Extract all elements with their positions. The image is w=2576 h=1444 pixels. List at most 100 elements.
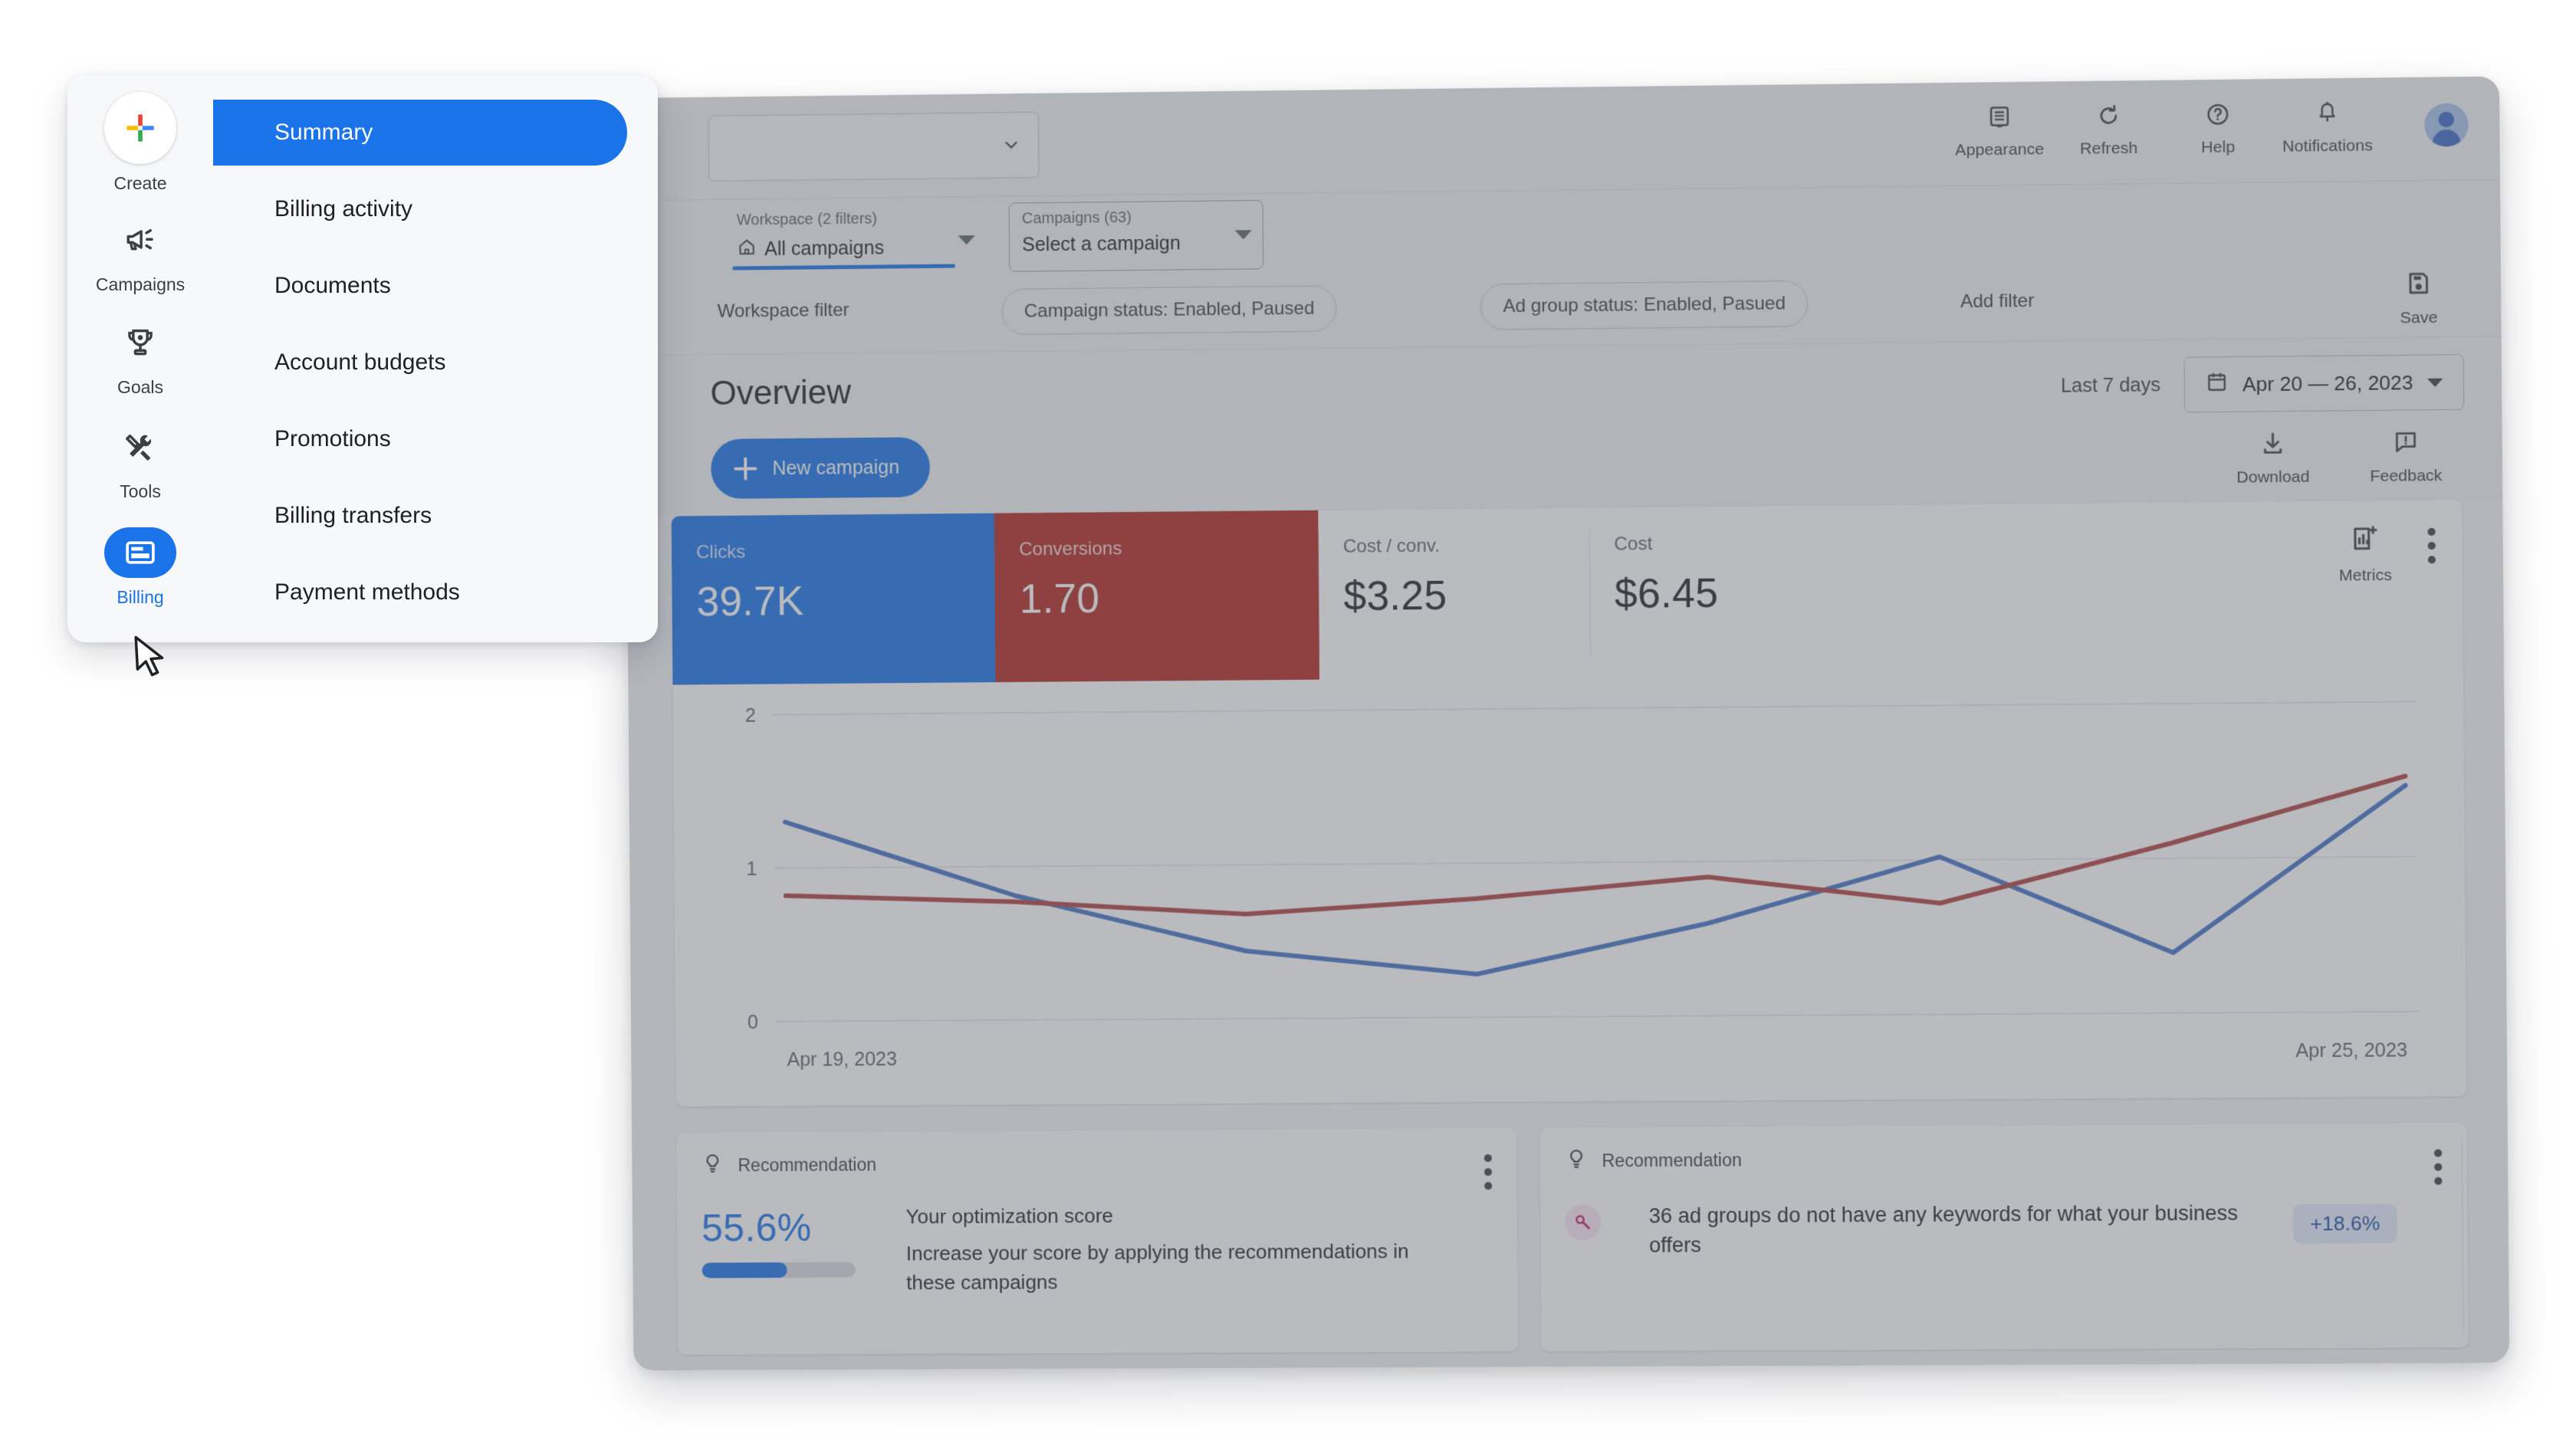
metric-label: Clicks [696,540,994,564]
download-label: Download [2236,468,2309,487]
menu-item-billing-transfers[interactable]: Billing transfers [213,483,627,549]
appearance-button[interactable]: Appearance [1945,92,2055,159]
trophy-icon [104,317,176,368]
rail-item-goals[interactable]: Goals [67,317,213,398]
metric-card-actions: Metrics [2338,523,2436,586]
metric-label: Cost / conv. [1343,534,1589,558]
rail-item-label: Goals [117,377,163,398]
plus-icon [734,457,757,480]
feedback-button[interactable]: Feedback [2355,428,2457,486]
refresh-label: Refresh [2080,139,2138,159]
recommendation-title: Your optimization score [905,1203,1461,1229]
metric-card-conversions[interactable]: Conversions 1.70 [994,510,1319,682]
feedback-icon [2392,429,2419,460]
billing-card-icon [104,527,176,578]
rail-item-label: Create [113,173,166,194]
keyword-icon [1565,1205,1601,1240]
chevron-down-icon [1235,230,1252,239]
lightbulb-icon [701,1152,724,1179]
download-button[interactable]: Download [2222,430,2324,487]
more-options-icon[interactable] [1484,1154,1492,1190]
menu-item-promotions[interactable]: Promotions [213,406,627,472]
recommendation-header: Recommendation [701,1148,1497,1180]
gridline-0 [775,1012,2419,1022]
metric-card-clicks[interactable]: Clicks 39.7K [672,514,996,685]
avatar[interactable] [2424,103,2469,146]
new-campaign-label: New campaign [772,456,899,480]
metric-label: Conversions [1019,537,1319,561]
metric-strip: Clicks 39.7K Conversions 1.70 Cost / con… [672,500,2463,684]
metric-value: 39.7K [696,576,994,625]
date-range-picker[interactable]: Apr 20 — 26, 2023 [2183,354,2464,412]
notifications-button[interactable]: Notifications [2272,88,2383,156]
page-title: Overview [710,373,851,413]
date-range-value: Apr 20 — 26, 2023 [2242,370,2413,396]
page-actions: Download Feedback [2222,428,2457,487]
optimization-score-progress [702,1262,855,1278]
metrics-button[interactable]: Metrics [2338,523,2392,585]
refresh-button[interactable]: Refresh [2054,91,2164,159]
tools-icon [104,422,176,472]
account-selector[interactable] [708,112,1040,182]
new-campaign-button[interactable]: New campaign [711,437,931,499]
x-tick-last: Apr 25, 2023 [2295,1039,2407,1062]
mouse-cursor [130,635,172,689]
chevron-down-icon [1001,135,1021,155]
recommendation-text: Your optimization score Increase your sc… [905,1203,1462,1298]
menu-item-billing-activity[interactable]: Billing activity [213,176,627,242]
billing-flyout-panel: Create Campaigns Goals Tools Billing Sum… [67,75,658,642]
download-icon [2259,430,2286,461]
menu-item-account-budgets[interactable]: Account budgets [213,330,627,395]
rail-item-label: Billing [117,587,163,608]
filter-chip-campaign-status[interactable]: Campaign status: Enabled, Paused [1001,285,1336,335]
menu-item-documents[interactable]: Documents [213,253,627,319]
menu-item-settings[interactable]: Settings [213,636,627,642]
help-icon [2203,100,2233,130]
filter-chip-adgroup-status[interactable]: Ad group status: Enabled, Pasued [1480,281,1809,330]
campaign-selector[interactable]: Campaigns (63) Select a campaign [1009,200,1264,272]
appearance-icon [1984,102,2014,132]
y-tick-1: 1 [746,858,757,880]
optimization-score-value: 55.6% [702,1205,879,1250]
rail-item-campaigns[interactable]: Campaigns [67,215,213,295]
metrics-icon [2351,523,2380,557]
rail-item-label: Tools [120,481,161,502]
save-label: Save [2400,309,2438,328]
metric-value: $6.45 [1615,569,1862,618]
recommendation-header: Recommendation [1565,1143,2447,1174]
metric-card-cost-per-conv[interactable]: Cost / conv. $3.25 [1318,508,1590,680]
optimization-score: 55.6% [702,1205,879,1298]
page-header: Overview New campaign Last 7 days Apr 20… [626,336,2502,517]
save-button[interactable]: Save [2375,269,2462,328]
more-options-icon[interactable] [2434,1149,2443,1185]
more-options-icon[interactable] [2427,528,2436,564]
metric-value: $3.25 [1343,571,1590,620]
megaphone-icon [104,215,176,265]
series-line-clicks [785,786,2407,979]
date-range-preset-label: Last 7 days [2061,374,2160,398]
workspace-selector[interactable]: Workspace (2 filters) All campaigns [732,206,986,272]
rail-item-tools[interactable]: Tools [67,422,213,502]
chevron-down-icon [958,235,975,244]
metrics-button-label: Metrics [2339,566,2392,586]
menu-item-summary[interactable]: Summary [213,100,627,166]
google-plus-icon [104,92,176,164]
recommendation-description: Increase your score by applying the reco… [906,1237,1462,1298]
help-button[interactable]: Help [2163,90,2272,157]
x-tick-first: Apr 19, 2023 [787,1049,897,1071]
home-icon [737,237,757,262]
save-icon [2404,269,2433,301]
rail-item-create[interactable]: Create [67,92,213,194]
metric-card-cost[interactable]: Cost $6.45 [1589,505,1862,677]
calendar-icon [2205,370,2229,399]
add-filter-button[interactable]: Add filter [1938,277,2056,325]
recommendation-description: 36 ad groups do not have any keywords fo… [1649,1198,2241,1260]
rail-item-billing[interactable]: Billing [67,527,213,608]
workspace-caption: Workspace (2 filters) [732,206,986,230]
date-range-control: Last 7 days Apr 20 — 26, 2023 [2061,354,2465,414]
campaigns-caption: Campaigns (63) [1010,201,1263,228]
menu-item-payment-methods[interactable]: Payment methods [213,560,627,625]
chart-svg: 2 1 0 Apr 19, 2023 Apr 25, 2023 [673,671,2467,1107]
y-tick-2: 2 [745,705,756,727]
gridline-2 [773,701,2417,714]
